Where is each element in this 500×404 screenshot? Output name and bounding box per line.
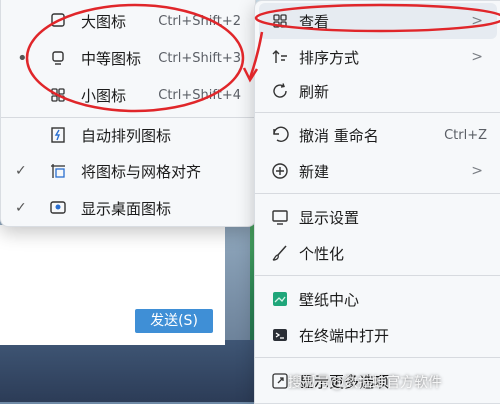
menu-item-personalize[interactable]: 个性化 — [255, 235, 500, 271]
menu-item-label: 显示设置 — [299, 208, 360, 227]
menu-separator — [255, 275, 500, 276]
menu-separator — [255, 357, 500, 358]
menu-item-label: 撤消 重命名 — [299, 126, 379, 145]
menu-item-label: 中等图标 — [81, 49, 142, 68]
selected-bullet-icon: • — [17, 47, 28, 69]
chevron-right-icon: > — [471, 49, 483, 65]
menu-item-label: 在终端中打开 — [299, 326, 390, 345]
menu-item-label: 显示桌面图标 — [81, 199, 172, 218]
wallpaper-hills — [0, 340, 260, 402]
large-icons-icon — [47, 10, 69, 32]
menu-item-label: 排序方式 — [299, 48, 360, 67]
wallpaper-center-icon — [269, 288, 291, 310]
menu-item-sort-by[interactable]: 排序方式 > — [255, 39, 500, 75]
menu-item-small-icons[interactable]: 小图标 Ctrl+Shift+4 — [1, 77, 255, 113]
desktop-context-menu: 查看 > 排序方式 > 刷新 撤消 重命名 Ctrl+Z 新建 > 显示设置 个… — [254, 0, 500, 404]
watermark: 搜狐号@数据蛙官方软件 — [288, 375, 442, 391]
menu-item-shortcut: Ctrl+Shift+2 — [158, 13, 241, 29]
send-button[interactable]: 发送(S) — [135, 309, 213, 333]
menu-item-refresh[interactable]: 刷新 — [255, 73, 500, 109]
terminal-icon — [269, 324, 291, 346]
sort-icon — [269, 46, 291, 68]
menu-item-shortcut: Ctrl+Shift+4 — [158, 87, 241, 103]
menu-item-new[interactable]: 新建 > — [255, 153, 500, 189]
display-settings-icon — [269, 206, 291, 228]
menu-item-label: 将图标与网格对齐 — [81, 162, 202, 181]
personalize-brush-icon — [269, 242, 291, 264]
undo-icon — [269, 124, 291, 146]
menu-item-label: 壁纸中心 — [299, 290, 360, 309]
view-grid-icon — [269, 10, 291, 32]
check-icon: ✓ — [15, 163, 27, 179]
menu-separator — [255, 193, 500, 194]
chevron-right-icon: > — [471, 13, 483, 29]
small-icons-icon — [47, 84, 69, 106]
menu-item-large-icons[interactable]: 大图标 Ctrl+Shift+2 — [1, 3, 255, 39]
medium-icons-icon — [47, 47, 69, 69]
menu-item-undo-rename[interactable]: 撤消 重命名 Ctrl+Z — [255, 117, 500, 153]
auto-arrange-icon — [47, 124, 69, 146]
menu-item-show-desktop-icons[interactable]: ✓ 显示桌面图标 — [1, 190, 255, 226]
menu-item-align-to-grid[interactable]: ✓ 将图标与网格对齐 — [1, 153, 255, 189]
align-grid-icon — [47, 160, 69, 182]
new-icon — [269, 160, 291, 182]
menu-item-label: 小图标 — [81, 86, 127, 105]
menu-item-shortcut: Ctrl+Z — [444, 127, 487, 143]
menu-separator — [255, 112, 500, 113]
menu-item-view[interactable]: 查看 > — [259, 3, 497, 39]
menu-item-label: 新建 — [299, 162, 330, 181]
menu-item-label: 大图标 — [81, 12, 127, 31]
menu-item-display-settings[interactable]: 显示设置 — [255, 199, 500, 235]
check-icon: ✓ — [15, 200, 27, 216]
menu-item-label: 刷新 — [299, 82, 330, 101]
menu-item-auto-arrange[interactable]: 自动排列图标 — [1, 117, 255, 153]
menu-item-shortcut: Ctrl+Shift+3 — [158, 50, 241, 66]
chevron-right-icon: > — [471, 163, 483, 179]
show-desktop-icons-icon — [47, 197, 69, 219]
menu-item-medium-icons[interactable]: • 中等图标 Ctrl+Shift+3 — [1, 40, 255, 76]
menu-item-wallpaper-center[interactable]: 壁纸中心 — [255, 281, 500, 317]
menu-item-label: 查看 — [299, 12, 330, 31]
menu-item-label: 个性化 — [299, 244, 345, 263]
refresh-icon — [269, 80, 291, 102]
view-submenu: 大图标 Ctrl+Shift+2 • 中等图标 Ctrl+Shift+3 小图标… — [0, 0, 256, 227]
menu-item-open-in-terminal[interactable]: 在终端中打开 — [255, 317, 500, 353]
menu-item-label: 自动排列图标 — [81, 126, 172, 145]
